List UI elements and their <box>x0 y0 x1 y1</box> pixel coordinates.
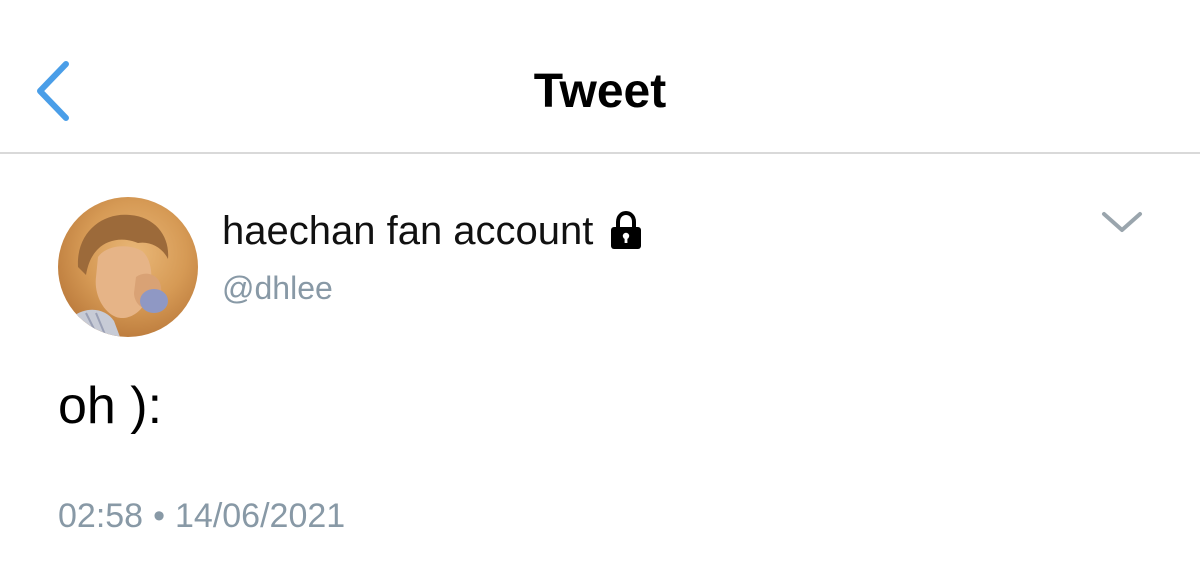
avatar[interactable] <box>58 197 198 337</box>
lock-icon <box>611 211 642 249</box>
navigation-bar: Tweet <box>0 0 1200 154</box>
avatar-portrait-image <box>58 214 169 337</box>
chevron-down-icon[interactable] <box>1100 206 1144 238</box>
tweet-timestamp: 02:58 • 14/06/2021 <box>58 494 345 538</box>
page-title: Tweet <box>533 65 667 118</box>
tweet-text: oh ): <box>58 377 163 435</box>
tweet-date: 14/06/2021 <box>175 497 346 535</box>
author-row: haechan fan account <box>222 204 643 258</box>
tweet-time: 02:58 <box>58 497 144 535</box>
tweet-detail: haechan fan account @dhlee oh ): 02:58 • 1… <box>0 154 1200 588</box>
separator-dot: • <box>153 497 165 535</box>
display-name[interactable]: haechan fan account <box>222 204 593 258</box>
user-handle[interactable]: @dhlee <box>222 268 333 308</box>
